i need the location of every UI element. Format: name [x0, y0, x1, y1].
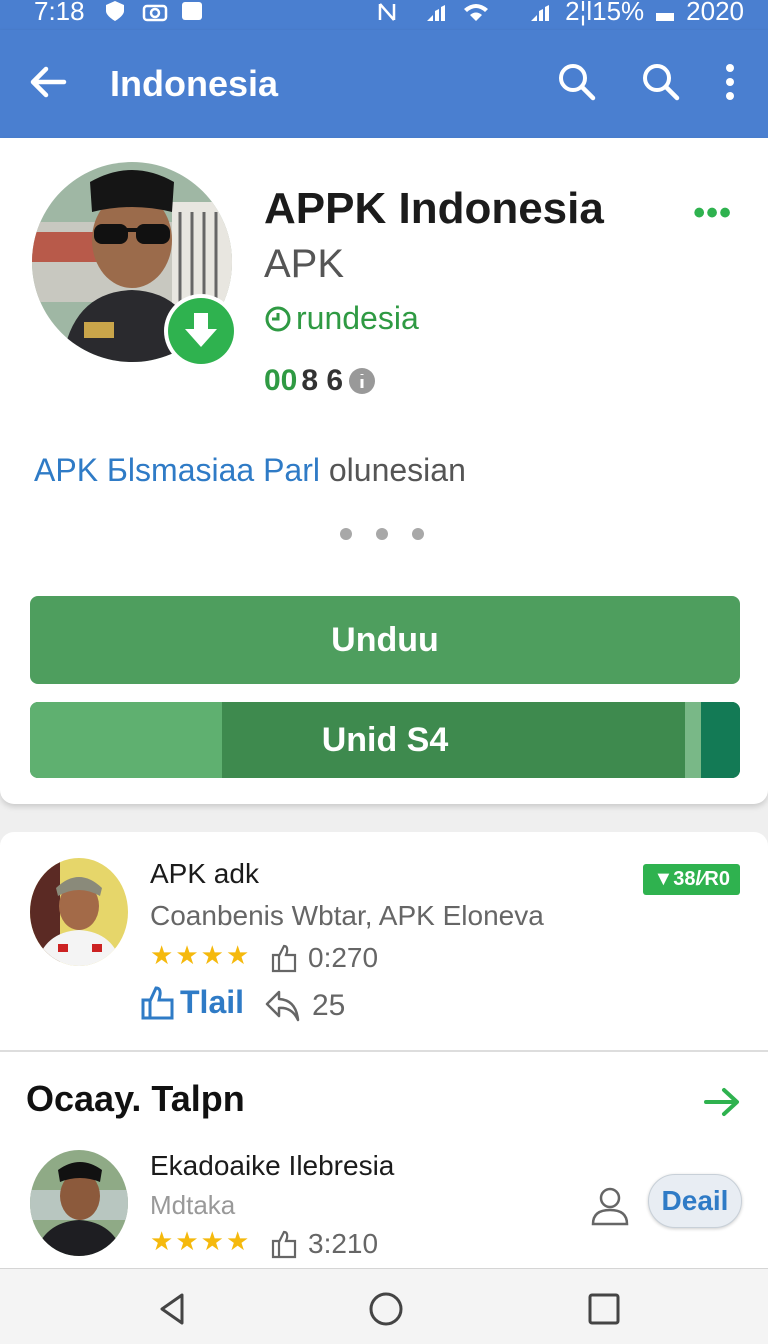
pager-dot: [412, 528, 424, 540]
app-count: 00 8 6: [264, 364, 377, 398]
section-title: Ocaay. Talpn: [26, 1078, 245, 1119]
app-developer[interactable]: rundesia: [264, 300, 419, 337]
progress-button[interactable]: Unid S4: [30, 702, 740, 778]
search-icon[interactable]: [556, 60, 596, 104]
camera-icon: [142, 4, 168, 22]
star-icon: ★: [150, 940, 174, 970]
page-title: Indonesia: [110, 63, 279, 104]
review-subtitle: Coanbenis Wbtar, APK Eloneva: [150, 900, 544, 931]
nav-recents-icon[interactable]: [584, 1289, 624, 1329]
status-bar: 7:18 2¦l15% 2020: [0, 0, 768, 30]
screen: 7:18 2¦l15% 2020 Indonesia APPK Indonesi…: [0, 0, 768, 1344]
review-stat: 0:270: [270, 942, 378, 974]
description-rest: olunesian: [319, 452, 466, 488]
star-icon: ★: [175, 940, 199, 970]
nav-back-icon[interactable]: [152, 1289, 192, 1329]
download-badge: [164, 294, 238, 368]
star-icon: ★: [200, 1226, 224, 1256]
reply-icon: [265, 990, 300, 1022]
item-avatar-image: [30, 1150, 128, 1256]
system-nav-bar: [0, 1268, 768, 1344]
review-title: APK adk: [150, 858, 259, 889]
battery-icon: [656, 12, 675, 21]
status-battery-text: 2¦l15%: [565, 0, 645, 26]
pager-dot: [376, 528, 388, 540]
reply-button[interactable]: 25: [264, 988, 345, 1024]
star-icon: ★: [225, 940, 250, 970]
app-detail-card: APPK Indonesia APK rundesia 00 8 6 ••• A…: [0, 138, 768, 804]
star-icon: ★: [200, 940, 224, 970]
card-more-button[interactable]: •••: [693, 194, 732, 233]
count-green: 00: [264, 364, 298, 397]
reply-count: 25: [312, 989, 346, 1022]
status-year-text: 2020: [686, 0, 744, 26]
progress-label: Unid S4: [321, 720, 449, 759]
star-icon: ★: [150, 1226, 174, 1256]
detail-button[interactable]: Deail: [648, 1174, 742, 1228]
notification-icon: [182, 2, 202, 20]
nav-home-icon[interactable]: [366, 1289, 406, 1329]
item-stat-value: 3:210: [308, 1228, 379, 1259]
review-avatar-image: [30, 858, 128, 966]
review-avatar: [30, 858, 128, 966]
developer-name: rundesia: [296, 300, 419, 336]
thumbs-up-icon: [141, 986, 174, 1020]
item-avatar: [30, 1150, 128, 1256]
person-icon[interactable]: [588, 1184, 632, 1228]
app-description: APK Бlsmasiaa Parl olunesian: [34, 452, 466, 489]
arrow-left-icon[interactable]: [26, 60, 70, 104]
divider: [0, 1050, 768, 1052]
app-name: APPK Indonesia: [264, 184, 604, 233]
app-subtitle: APK: [264, 242, 345, 286]
item-title: Ekadoaike Ilebresia: [150, 1150, 395, 1181]
signal-strength-icon: [531, 4, 550, 21]
like-label: Tlail: [180, 984, 245, 1020]
download-button[interactable]: Unduu: [30, 596, 740, 684]
clock-icon: [265, 306, 291, 331]
status-right-group: 2¦l15% 2020: [377, 0, 744, 27]
wifi-icon: [464, 3, 489, 21]
reviews-card: APK adk Coanbenis Wbtar, APK Eloneva ★ ★ ★…: [0, 832, 768, 1292]
description-link[interactable]: APK Бlsmasiaa Parl: [34, 452, 320, 488]
arrow-right-icon[interactable]: [702, 1082, 742, 1122]
pager-dot: [340, 528, 352, 540]
more-vert-icon[interactable]: [712, 60, 748, 104]
pager-dots: [340, 528, 424, 540]
thumbs-up-outline-icon: [271, 1230, 297, 1259]
info-icon[interactable]: [347, 366, 377, 396]
item-stat: 3:210: [270, 1228, 378, 1260]
review-star-rating: ★ ★ ★ ★: [150, 940, 249, 971]
review-badge: ▼38/⁄R0: [643, 864, 740, 895]
item-star-rating: ★ ★ ★ ★: [150, 1226, 249, 1257]
shield-icon: [106, 1, 124, 21]
download-arrow-icon: [185, 313, 217, 347]
nfc-icon: [378, 2, 396, 21]
app-bar: Indonesia: [0, 30, 768, 138]
star-icon: ★: [225, 1226, 250, 1256]
review-stat-value: 0:270: [308, 942, 379, 973]
signal-icon: [427, 4, 446, 21]
search-icon[interactable]: [640, 60, 680, 104]
star-icon: ★: [175, 1226, 199, 1256]
like-button[interactable]: Tlail: [140, 984, 244, 1021]
status-time: 7:18: [34, 0, 85, 26]
thumbs-up-outline-icon: [271, 944, 297, 973]
item-subtitle: Mdtaka: [150, 1190, 236, 1220]
count-rest: 8 6: [301, 364, 344, 397]
